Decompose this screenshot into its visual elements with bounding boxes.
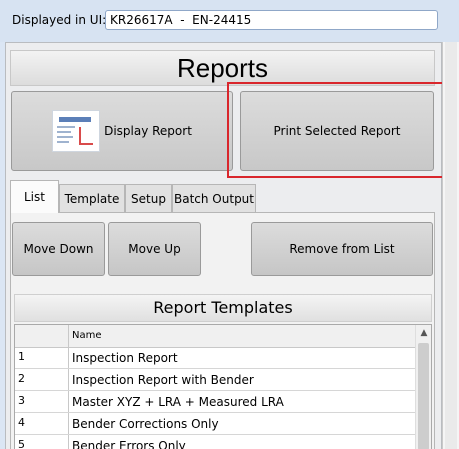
grid-header-index [15, 325, 69, 347]
outer-scroll-track[interactable] [445, 42, 457, 449]
row-index: 2 [15, 369, 69, 390]
report-thumbnail-icon [52, 110, 101, 152]
tab-batch-output[interactable]: Batch Output [172, 184, 256, 212]
chevron-up-icon[interactable]: ▲ [416, 325, 431, 341]
tab-setup[interactable]: Setup [125, 184, 172, 212]
grid-scrollbar[interactable]: ▲ [415, 325, 431, 449]
tab-template[interactable]: Template [59, 184, 125, 212]
display-report-label: Display Report [104, 124, 192, 138]
tab-list[interactable]: List [10, 180, 59, 213]
row-name: Master XYZ + LRA + Measured LRA [72, 395, 284, 409]
move-up-button[interactable]: Move Up [108, 222, 201, 276]
row-index: 4 [15, 413, 69, 434]
row-name: Inspection Report with Bender [72, 373, 254, 387]
row-index: 3 [15, 391, 69, 412]
table-row[interactable]: 3 Master XYZ + LRA + Measured LRA [15, 391, 415, 413]
row-index: 5 [15, 435, 69, 449]
scroll-thumb[interactable] [418, 343, 429, 449]
displayed-in-ui-field[interactable] [105, 10, 438, 30]
displayed-in-ui-label: Displayed in UI: [12, 13, 107, 27]
top-bar: Displayed in UI: [0, 0, 459, 42]
grid-header: Name [15, 325, 415, 348]
table-row[interactable]: 5 Bender Errors Only [15, 435, 415, 449]
grid-header-name[interactable]: Name [69, 325, 415, 347]
row-name: Bender Corrections Only [72, 417, 219, 431]
table-row[interactable]: 2 Inspection Report with Bender [15, 369, 415, 391]
move-down-button[interactable]: Move Down [12, 222, 105, 276]
print-selected-report-button[interactable]: Print Selected Report [240, 91, 434, 171]
display-report-button[interactable]: Display Report [11, 91, 233, 171]
row-index: 1 [15, 347, 69, 368]
reports-title: Reports [10, 50, 435, 86]
table-row[interactable]: 4 Bender Corrections Only [15, 413, 415, 435]
print-selected-report-label: Print Selected Report [273, 124, 401, 138]
row-name: Bender Errors Only [72, 439, 186, 449]
report-templates-title: Report Templates [14, 294, 432, 322]
remove-from-list-button[interactable]: Remove from List [251, 222, 433, 276]
report-templates-grid: Name 1 Inspection Report 2 Inspection Re… [14, 324, 432, 449]
outer-scrollbar[interactable] [442, 42, 459, 449]
table-row[interactable]: 1 Inspection Report [15, 347, 415, 369]
row-name: Inspection Report [72, 351, 178, 365]
